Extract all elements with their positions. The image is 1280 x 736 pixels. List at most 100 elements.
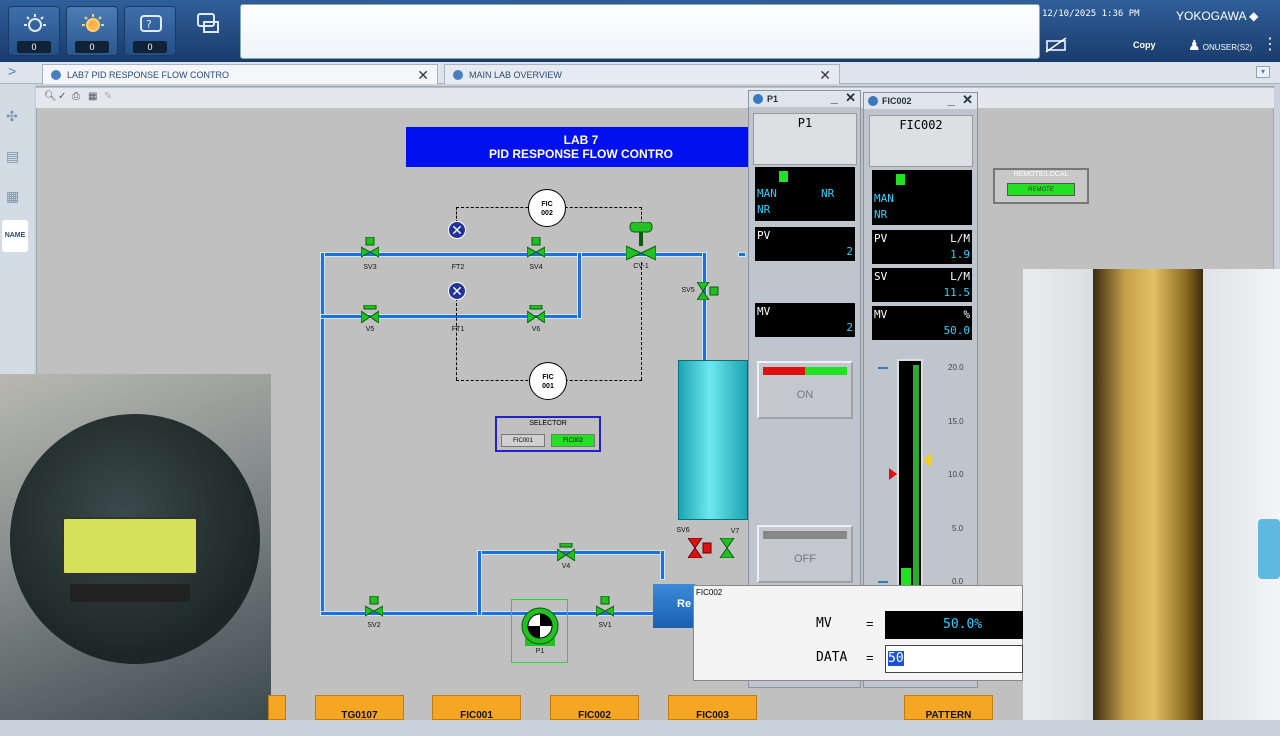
status-indicator	[779, 171, 788, 182]
pipe-bypass	[577, 252, 582, 319]
grid-icon[interactable]: ▦	[88, 91, 97, 102]
name-input-button[interactable]: NAME	[2, 220, 28, 252]
lo-limit-marker	[878, 581, 888, 583]
fic001-bubble[interactable]: FIC 001	[529, 362, 567, 400]
fic002-button[interactable]: FIC002	[550, 695, 639, 721]
v6-hand-valve-icon[interactable]	[527, 305, 545, 323]
system-alarm-button[interactable]: 0	[66, 6, 118, 56]
copy-button[interactable]: Copy	[1133, 40, 1156, 50]
mv-display[interactable]: MV % 50.0	[872, 306, 972, 340]
more-icon[interactable]: ⋮	[1262, 34, 1278, 54]
nr-text: NR	[757, 203, 771, 216]
sv6-solenoid-valve-icon[interactable]	[688, 538, 712, 558]
pattern-button[interactable]: PATTERN	[904, 695, 993, 721]
mv-display[interactable]: MV 2	[755, 303, 855, 337]
sv-display[interactable]: SV L/M 11.5	[872, 268, 972, 302]
pv-value: 2	[846, 245, 853, 258]
tab-label: MAIN LAB OVERVIEW	[469, 70, 562, 80]
alarm-count: 0	[133, 41, 167, 53]
table-icon[interactable]: ▦	[6, 188, 24, 204]
bottom-button-partial[interactable]	[268, 695, 286, 720]
v5-hand-valve-icon[interactable]	[361, 305, 379, 323]
remote-button[interactable]: REMOTE	[1007, 183, 1075, 196]
brand-logo: YOKOGAWA ◆	[1176, 9, 1258, 23]
off-button[interactable]: OFF	[757, 525, 853, 583]
message-monitor-button[interactable]	[182, 6, 234, 56]
title-line-1: LAB 7	[563, 133, 599, 147]
dialog-title: FIC002	[696, 588, 723, 597]
sv-value: 11.5	[943, 286, 971, 299]
graphic-toolbar: 🔍︎ ✓ ⎙ ▦ ✎	[36, 88, 1274, 108]
reset-button[interactable]: Re	[653, 584, 695, 628]
sv1-solenoid-valve-icon[interactable]	[596, 596, 614, 618]
mode-display[interactable]: MAN NR	[872, 170, 972, 225]
select-fic001-button[interactable]: FIC001	[501, 434, 545, 447]
water-tank[interactable]	[678, 360, 748, 520]
keyboard-icon[interactable]: ▤	[6, 148, 24, 164]
rotameter-tube	[1093, 269, 1203, 720]
ft2-transmitter-icon[interactable]: ✕	[448, 221, 466, 239]
expand-chevron-icon[interactable]: >	[8, 63, 16, 79]
flowmeter-camera-feed	[0, 374, 271, 720]
off-label: OFF	[794, 553, 816, 565]
ft1-label: FT1	[451, 326, 465, 333]
selector-panel: SELECTOR FIC001 FIC002	[495, 416, 601, 452]
faceplate-titlebar: P1 _ ✕	[749, 90, 860, 107]
alarm-count: 0	[75, 41, 109, 53]
sv5-solenoid-valve-icon[interactable]	[697, 282, 719, 300]
no-print-icon[interactable]	[1044, 36, 1068, 54]
fic002-bubble[interactable]: FIC 002	[528, 189, 566, 227]
sv6-label: SV6	[676, 527, 690, 534]
zoom-icon[interactable]: 🔍︎	[44, 91, 57, 102]
close-icon[interactable]: ✕	[417, 65, 429, 85]
network-icon[interactable]: ✣	[6, 108, 24, 124]
v7-hand-valve-icon[interactable]	[718, 538, 736, 558]
p1-label: P1	[535, 648, 545, 655]
process-alarm-button[interactable]: 0	[8, 6, 60, 56]
scale-15: 15.0	[948, 417, 964, 426]
pv-label: PV	[874, 232, 888, 245]
nr-text: NR	[874, 208, 888, 221]
pipe-segment	[1258, 519, 1280, 579]
tab-main-lab-overview[interactable]: MAIN LAB OVERVIEW ✕	[444, 64, 840, 84]
on-button[interactable]: ON	[757, 361, 853, 419]
edit-icon[interactable]: ✎	[104, 91, 112, 102]
rotameter-camera-feed	[1023, 269, 1280, 720]
pipe-left	[320, 252, 325, 616]
data-input-value: 50	[888, 651, 904, 666]
mv-pointer[interactable]	[923, 453, 931, 467]
minimize-close-icon[interactable]: _ ✕	[948, 92, 973, 108]
message-stack-icon	[197, 13, 219, 33]
pv-bargraph	[897, 359, 923, 591]
check-icon[interactable]: ✓	[58, 91, 66, 102]
message-bar[interactable]	[240, 4, 1040, 59]
print-icon[interactable]: ⎙	[72, 91, 80, 102]
close-icon[interactable]: ✕	[819, 65, 831, 85]
p1-pump-icon[interactable]	[519, 606, 561, 648]
cv1-control-valve-icon[interactable]	[626, 222, 656, 262]
mv-label: MV	[874, 308, 888, 321]
sv3-solenoid-valve-icon[interactable]	[361, 237, 379, 259]
v4-hand-valve-icon[interactable]	[557, 543, 575, 561]
mv-value: 50.0	[943, 324, 971, 337]
mode-display[interactable]: MAN NR NR	[755, 167, 855, 221]
fic001-button[interactable]: FIC001	[432, 695, 521, 721]
tg0107-button[interactable]: TG0107	[315, 695, 404, 721]
ft1-transmitter-icon[interactable]: ✕	[448, 282, 466, 300]
tab-lab7-pid[interactable]: LAB7 PID RESPONSE FLOW CONTRO ✕	[42, 64, 438, 84]
minimize-close-icon[interactable]: _ ✕	[831, 90, 856, 106]
data-input[interactable]: 50	[885, 645, 1023, 673]
sv2-solenoid-valve-icon[interactable]	[365, 596, 383, 618]
sv-pointer[interactable]	[889, 468, 897, 480]
mv-bar	[913, 365, 919, 589]
fic003-button[interactable]: FIC003	[668, 695, 757, 721]
tab-list-dropdown-icon[interactable]: ▾	[1256, 66, 1270, 78]
sv4-solenoid-valve-icon[interactable]	[527, 237, 545, 259]
pv-display: PV 2	[755, 227, 855, 261]
alarm-count: 0	[17, 41, 51, 53]
user-icon: ♟	[1188, 37, 1201, 53]
user-info[interactable]: ♟ ONUSER(S2)	[1188, 37, 1252, 54]
operator-guide-button[interactable]: ? 0	[124, 6, 176, 56]
status-indicator	[896, 174, 905, 185]
select-fic002-button[interactable]: FIC002	[551, 434, 595, 447]
